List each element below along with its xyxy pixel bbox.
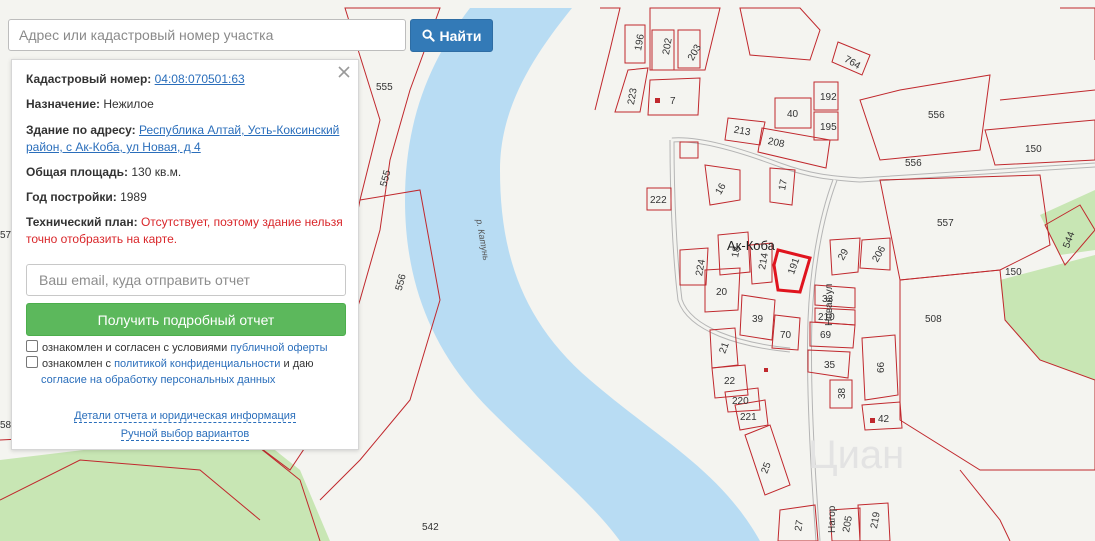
parcel-label: 35 [824,360,836,371]
building-marker [655,98,660,103]
parcel-label: 22 [724,376,736,387]
building-marker [764,368,768,372]
parcel-label: 69 [820,330,832,341]
privacy-consent: ознакомлен с политикой конфиденциальност… [26,356,348,388]
purpose-label: Назначение: [26,97,101,111]
street-label: Нагор [827,505,838,533]
cadastral-row: Кадастровый номер: 04:08:070501:63 [26,71,348,88]
offer-checkbox[interactable] [26,340,38,352]
offer-consent: ознакомлен и согласен с условиями публич… [26,340,348,356]
parcel-label: 40 [787,109,799,120]
manual-select-link[interactable]: Ручной выбор вариантов [120,428,250,441]
cadastral-label: Кадастровый номер: [26,72,152,86]
parcel-label: 66 [876,361,887,373]
area-label: Общая площадь: [26,165,129,179]
search-icon [421,29,435,42]
parcel-label: 542 [422,522,439,533]
email-input[interactable] [26,264,346,296]
privacy-checkbox[interactable] [26,356,38,368]
parcel-label: 7 [670,96,676,107]
parcel-label: 192 [820,92,837,103]
purpose-value: Нежилое [103,97,154,111]
parcel-label: 70 [780,330,792,341]
privacy-consent-text: ознакомлен с [42,358,112,370]
parcel-label: 221 [740,412,757,423]
search-button-label: Найти [439,27,482,44]
parcel-label: 20 [716,287,728,298]
search-input[interactable] [8,19,406,51]
year-value: 1989 [120,190,147,204]
parcel-label: 222 [650,195,667,206]
parcel-label: 38 [837,387,848,399]
privacy-policy-link[interactable]: политикой конфиденциальности [114,358,280,370]
parcel-label: 220 [732,396,749,407]
parcel-label: 57 [0,230,12,241]
parcel-label: 557 [937,218,954,229]
parcel-label: 556 [928,110,945,121]
plan-label: Технический план: [26,215,138,229]
parcel-label: 508 [925,314,942,325]
parcel-label: 195 [820,122,837,133]
plan-row: Технический план: Отсутствует, поэтому з… [26,214,348,248]
details-link[interactable]: Детали отчета и юридическая информация [74,410,296,423]
village-label: Ак-Коба [727,238,776,253]
offer-consent-text: ознакомлен и согласен с условиями [42,342,228,354]
parcel-label: 150 [1005,267,1022,278]
parcel-label: 556 [905,158,922,169]
get-report-button[interactable]: Получить подробный отчет [26,303,346,336]
parcel-label: 42 [878,414,890,425]
personal-data-consent-link[interactable]: согласие на обработку персональных данны… [41,374,275,386]
area-value: 130 кв.м. [131,165,182,179]
search-button[interactable]: Найти [410,19,493,52]
privacy-consent-text-2: и даю [283,358,314,370]
parcel-label: 150 [1025,144,1042,155]
search-bar: Найти [8,19,493,53]
watermark: Циан [808,433,904,477]
area-row: Общая площадь: 130 кв.м. [26,164,348,181]
building-marker [870,418,875,423]
parcel-label: 555 [376,82,393,93]
year-row: Год постройки: 1989 [26,189,348,206]
cadastral-link[interactable]: 04:08:070501:63 [155,72,245,86]
info-panel: Кадастровый номер: 04:08:070501:63 Назна… [11,59,359,450]
street-label: Новая ул [824,283,835,326]
details-link-row: Детали отчета и юридическая информация [12,410,358,423]
address-row: Здание по адресу: Республика Алтай, Усть… [26,122,348,156]
offer-link[interactable]: публичной оферты [230,342,327,354]
year-label: Год постройки: [26,190,117,204]
purpose-row: Назначение: Нежилое [26,96,348,113]
address-label: Здание по адресу: [26,123,136,137]
parcel-label: 39 [752,314,764,325]
manual-link-row: Ручной выбор вариантов [12,428,358,441]
